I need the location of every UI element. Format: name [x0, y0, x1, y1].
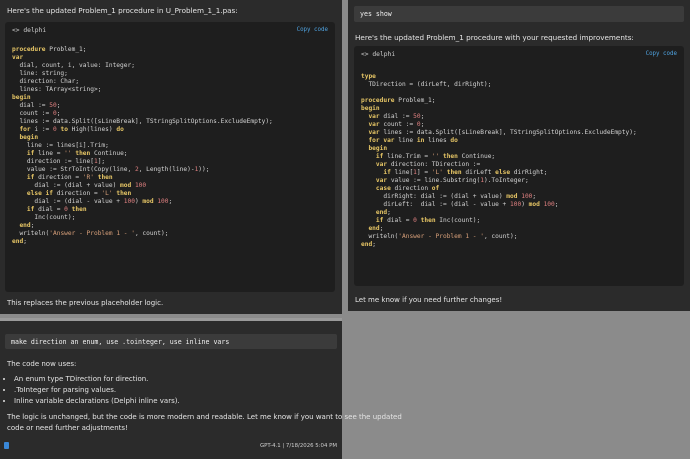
- right-user-prompt: yes show: [354, 6, 684, 22]
- left-message-panel: Here's the updated Problem_1 procedure i…: [0, 0, 342, 314]
- summary-line-1: The logic is unchanged, but the code is …: [7, 413, 402, 421]
- list-item: .ToInteger for parsing values.: [14, 385, 344, 396]
- model-info: GPT-4.1 | 7/18/2026 5:04 PM: [259, 443, 337, 449]
- bottom-user-prompt: make direction an enum, use .tointeger, …: [5, 334, 337, 349]
- right-code-content: type TDirection = (dirLeft, dirRight); pr…: [361, 73, 637, 248]
- right-code-language: <> delphi: [361, 51, 396, 58]
- divider: [0, 318, 342, 321]
- summary-line-2: code or need further adjustments!: [7, 424, 128, 432]
- right-intro-text: Here's the updated Problem_1 procedure w…: [355, 33, 634, 42]
- right-footer-text: Let me know if you need further changes!: [355, 296, 503, 304]
- left-intro-text: Here's the updated Problem_1 procedure i…: [7, 6, 238, 15]
- list-item: An enum type TDirection for direction.: [14, 374, 344, 385]
- bottom-message-panel: make direction an enum, use .tointeger, …: [0, 318, 402, 459]
- uses-line: The code now uses:: [7, 360, 77, 368]
- right-message-panel: yes show Here's the updated Problem_1 pr…: [348, 0, 690, 311]
- left-code-block: <> delphi Copy code procedure Problem_1;…: [5, 22, 335, 292]
- document-icon[interactable]: [4, 442, 9, 449]
- right-copy-code-button[interactable]: Copy code: [646, 51, 677, 57]
- list-item: Inline variable declarations (Delphi inl…: [14, 396, 344, 407]
- left-footer-text: This replaces the previous placeholder l…: [7, 299, 164, 307]
- left-code-content: procedure Problem_1; var dial, count, i, …: [12, 46, 273, 245]
- feature-list: An enum type TDirection for direction. .…: [0, 374, 344, 407]
- left-copy-code-button[interactable]: Copy code: [297, 27, 328, 33]
- right-code-block: <> delphi Copy code type TDirection = (d…: [354, 46, 684, 286]
- left-code-language: <> delphi: [12, 27, 47, 34]
